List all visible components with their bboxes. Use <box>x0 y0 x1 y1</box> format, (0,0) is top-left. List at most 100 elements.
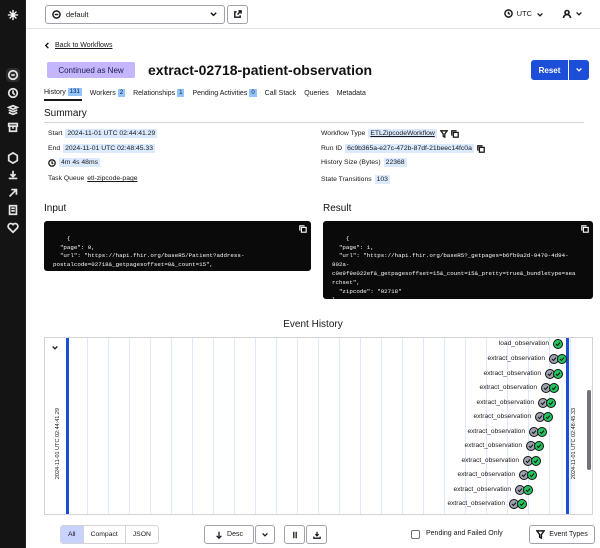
import-nav-icon[interactable] <box>6 168 20 182</box>
docs-nav-icon[interactable] <box>6 203 20 217</box>
event-label[interactable]: extract_observation <box>457 471 515 478</box>
event-label[interactable]: extract_observation <box>461 457 519 464</box>
workflow-type-label: Workflow Type <box>321 130 366 137</box>
start-row: Start 2024-11-01 UTC 02:44:41.29 <box>48 129 158 138</box>
timeline-scrollbar[interactable] <box>587 390 591 470</box>
timezone-select[interactable]: UTC <box>503 9 532 18</box>
timeline-start-time: 2024-11-01 UTC 02:44:41.29 <box>55 408 61 480</box>
event-status-dot[interactable] <box>553 339 563 349</box>
event-label[interactable]: extract_observation <box>483 370 541 377</box>
namespaces-nav-icon[interactable] <box>6 151 20 165</box>
event-label[interactable]: extract_observation <box>464 442 522 449</box>
event-types-button[interactable]: Event Types <box>529 525 595 544</box>
timezone-value: UTC <box>516 9 532 18</box>
back-to-workflows-link[interactable]: Back to Workflows <box>44 42 112 49</box>
temporal-logo-icon[interactable] <box>6 8 20 22</box>
view-mode-compact[interactable]: Compact <box>84 526 126 543</box>
event-status-dot[interactable] <box>549 383 559 393</box>
end-label: End <box>48 145 61 152</box>
event-status-dot[interactable] <box>534 441 544 451</box>
event-label[interactable]: extract_observation <box>447 500 505 507</box>
tab-count: 0 <box>249 89 257 97</box>
pause-icon <box>292 531 297 538</box>
back-link-label: Back to Workflows <box>55 42 113 49</box>
pause-button[interactable] <box>284 525 305 544</box>
namespace-link-button[interactable] <box>227 5 248 24</box>
feedback-nav-icon[interactable] <box>6 221 20 235</box>
workflows-nav-icon[interactable] <box>6 68 20 82</box>
tab-count: 131 <box>67 88 82 96</box>
reset-button[interactable]: Reset <box>531 60 568 80</box>
event-timeline[interactable]: 2024-11-01 UTC 02:44:41.29 2024-11-01 UT… <box>44 337 593 515</box>
event-label[interactable]: extract_observation <box>487 355 545 362</box>
chevron-down-icon <box>210 12 217 17</box>
copy-icon[interactable] <box>581 225 589 233</box>
copy-icon[interactable] <box>299 225 307 233</box>
event-status-dot[interactable] <box>527 470 537 480</box>
tab-label: Queries <box>304 89 329 97</box>
tab-relationships[interactable]: Relationships 1 <box>133 88 185 101</box>
nexus-nav-icon[interactable] <box>6 186 20 200</box>
event-label[interactable]: extract_observation <box>476 399 534 406</box>
clock-icon <box>503 9 513 18</box>
sort-order-button[interactable]: Desc <box>204 525 254 544</box>
event-label[interactable]: extract_observation <box>453 486 511 493</box>
event-status-dot[interactable] <box>531 456 541 466</box>
timeline-gridline <box>402 338 403 514</box>
tab-queries[interactable]: Queries <box>304 88 329 101</box>
pending-failed-checkbox[interactable] <box>411 530 420 539</box>
page-title: extract-02718-patient-observation <box>148 62 373 78</box>
workflow-detail: Back to Workflows Continued as New extra… <box>26 29 600 548</box>
view-mode-json[interactable]: JSON <box>126 526 158 543</box>
event-status-dot[interactable] <box>543 412 553 422</box>
duration-row: 4m 4s 48ms <box>48 158 101 167</box>
timeline-gridline <box>129 338 130 514</box>
history-size-row: History Size (Bytes) 22368 <box>321 158 407 167</box>
timeline-gridline <box>297 338 298 514</box>
view-mode-toggle: All Compact JSON <box>60 525 159 544</box>
timeline-start-marker <box>66 338 69 514</box>
arrow-left-icon <box>44 42 49 49</box>
batch-nav-icon[interactable] <box>6 103 20 117</box>
copy-icon[interactable] <box>450 129 459 138</box>
schedules-nav-icon[interactable] <box>6 86 20 100</box>
reset-options-button[interactable] <box>569 60 589 80</box>
result-heading: Result <box>323 203 352 214</box>
filter-icon[interactable] <box>439 129 448 138</box>
sort-options-button[interactable] <box>255 525 275 544</box>
event-label[interactable]: extract_observation <box>467 428 525 435</box>
task-queue-label: Task Queue <box>48 175 85 182</box>
copy-icon[interactable] <box>477 144 485 153</box>
event-status-dot[interactable] <box>546 398 556 408</box>
tab-count: 2 <box>117 89 126 97</box>
event-status-dot[interactable] <box>537 427 547 437</box>
chevron-down-icon <box>576 11 582 16</box>
result-code: { "page": 1, "url": "https://hapi.fhir.o… <box>332 234 576 299</box>
event-status-dot[interactable] <box>557 354 567 364</box>
archive-nav-icon[interactable] <box>6 120 20 134</box>
event-status-dot[interactable] <box>523 485 533 495</box>
tab-label: History <box>44 88 66 96</box>
sort-label: Desc <box>227 531 243 538</box>
task-queue-link[interactable]: etl-zipcode-page <box>87 175 137 182</box>
timeline-gridline <box>444 338 445 514</box>
tab-call-stack[interactable]: Call Stack <box>265 88 297 101</box>
event-history-heading: Event History <box>283 319 343 330</box>
event-status-dot[interactable] <box>553 369 563 379</box>
event-label[interactable]: extract_observation <box>473 413 531 420</box>
view-mode-all[interactable]: All <box>61 526 84 543</box>
collapse-chevron-icon[interactable] <box>51 344 59 352</box>
event-label[interactable]: load_observation <box>499 340 549 347</box>
user-menu[interactable] <box>562 9 583 19</box>
event-label[interactable]: extract_observation <box>479 384 537 391</box>
download-icon <box>312 531 321 539</box>
tab-pending-activities[interactable]: Pending Activities 0 <box>192 88 257 101</box>
download-button[interactable] <box>306 525 327 544</box>
tab-metadata[interactable]: Metadata <box>337 88 366 101</box>
workflow-type-link[interactable]: ETLZipcodeWorkflow <box>368 129 437 138</box>
event-status-dot[interactable] <box>517 499 527 509</box>
tab-workers[interactable]: Workers 2 <box>90 88 126 101</box>
timeline-gridline <box>360 338 361 514</box>
namespace-select[interactable]: default <box>45 5 225 24</box>
tab-history[interactable]: History 131 <box>44 88 82 101</box>
